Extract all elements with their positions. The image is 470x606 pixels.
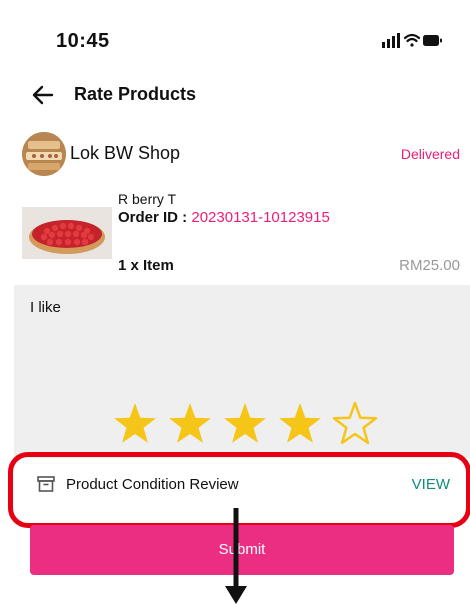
shop-name: Lok BW Shop [70, 143, 181, 163]
back-arrow-icon[interactable] [30, 82, 56, 108]
shop-logo [22, 132, 66, 176]
review-text: I like [30, 299, 61, 316]
product-name: R berry T [118, 191, 177, 207]
battery-icon [423, 35, 442, 46]
star-empty-icon[interactable] [332, 401, 378, 445]
order-id-label: Order ID : [118, 209, 192, 226]
star-filled-icon[interactable] [224, 403, 266, 443]
down-arrow-annotation-icon [225, 508, 247, 604]
signal-icon [382, 33, 400, 48]
star-rating[interactable] [110, 398, 380, 450]
page-title: Rate Products [74, 84, 197, 104]
order-id: Order ID : 20230131-10123915 [118, 209, 330, 226]
status-time: 10:45 [56, 30, 110, 52]
item-quantity: 1 x Item [118, 257, 174, 274]
order-id-value: 20230131-10123915 [191, 209, 330, 226]
item-price: RM25.00 [399, 257, 460, 274]
star-filled-icon[interactable] [169, 403, 211, 443]
star-filled-icon[interactable] [279, 403, 321, 443]
star-filled-icon[interactable] [114, 403, 156, 443]
order-status-badge: Delivered [400, 146, 460, 162]
product-image [22, 207, 112, 259]
wifi-icon [403, 33, 421, 47]
status-icons [382, 33, 442, 48]
